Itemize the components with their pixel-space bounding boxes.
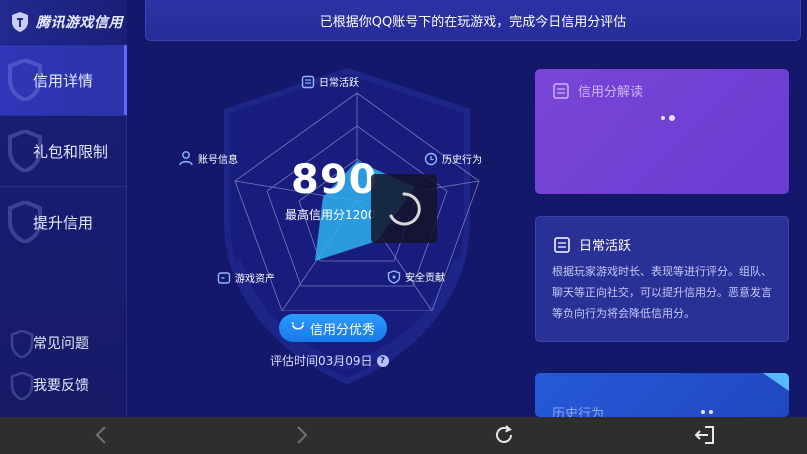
loading-spinner-icon bbox=[389, 191, 421, 225]
sidebar-item-label: 我要反馈 bbox=[33, 378, 89, 394]
credit-radar-panel: 日常活跃 历史行为 安全贡献 游戏资产 账号信息 890 最高信用分1200 信… bbox=[127, 41, 527, 417]
credit-score: 890 bbox=[291, 157, 378, 203]
sidebar-item-faq[interactable]: 常见问题 bbox=[0, 324, 127, 362]
card-daily-activity[interactable]: 日常活跃 根据玩家游戏时长、表现等进行评分。组队、聊天等正向社交，可以提升信用分… bbox=[535, 216, 789, 342]
card-title: 日常活跃 bbox=[579, 239, 632, 254]
exit-button[interactable] bbox=[693, 423, 717, 447]
sidebar-item-label: 提升信用 bbox=[33, 213, 94, 232]
document-icon bbox=[301, 75, 315, 88]
card-history-behavior[interactable]: 历史行为 bbox=[535, 373, 789, 417]
brand-name: 腾讯游戏信用 bbox=[36, 15, 123, 31]
help-icon[interactable]: ? bbox=[376, 354, 389, 367]
wallet-icon bbox=[217, 271, 231, 284]
card-score-interpretation[interactable]: 信用分解读 bbox=[535, 69, 789, 194]
shield-watermark-icon bbox=[10, 372, 34, 400]
sidebar-item-label: 信用详情 bbox=[33, 71, 94, 90]
sidebar: 腾讯游戏信用 信用详情 礼包和限制 提升信用 常见问题 我要反馈 bbox=[0, 0, 127, 417]
shield-logo-icon bbox=[12, 12, 28, 32]
sidebar-item-feedback[interactable]: 我要反馈 bbox=[0, 366, 127, 404]
card-description: 根据玩家游戏时长、表现等进行评分。组队、聊天等正向社交，可以提升信用分。恶意发言… bbox=[552, 265, 772, 320]
card-title: 信用分解读 bbox=[578, 85, 644, 100]
loading-overlay bbox=[371, 174, 437, 243]
document-icon bbox=[553, 82, 569, 99]
chevron-right-icon bbox=[297, 426, 308, 444]
user-icon bbox=[179, 151, 193, 166]
axis-label-assets: 游戏资产 bbox=[217, 270, 275, 285]
card-title: 历史行为 bbox=[552, 407, 605, 417]
refresh-icon bbox=[496, 425, 512, 443]
sidebar-item-improve-credit[interactable]: 提升信用 bbox=[0, 187, 127, 257]
corner-badge bbox=[763, 373, 789, 391]
chevron-left-icon bbox=[95, 426, 106, 444]
axis-label-security: 安全贡献 bbox=[387, 269, 445, 284]
exit-icon bbox=[694, 426, 714, 444]
card-header: 日常活跃 bbox=[553, 235, 631, 254]
forward-button[interactable] bbox=[290, 423, 314, 447]
sidebar-item-credit-details[interactable]: 信用详情 bbox=[0, 45, 127, 115]
document-icon bbox=[554, 236, 570, 253]
back-button[interactable] bbox=[89, 423, 113, 447]
shield-icon bbox=[387, 269, 401, 284]
sidebar-item-gifts-limits[interactable]: 礼包和限制 bbox=[0, 116, 127, 186]
sidebar-item-label: 礼包和限制 bbox=[33, 142, 109, 161]
brand-header: 腾讯游戏信用 bbox=[0, 0, 127, 44]
credit-rating-button[interactable]: 信用分优秀 bbox=[279, 314, 387, 342]
clock-icon bbox=[424, 152, 438, 165]
loading-dots bbox=[661, 115, 675, 121]
smile-icon bbox=[291, 321, 305, 330]
status-banner: 已根据你QQ账号下的在玩游戏，完成今日信用分评估 bbox=[145, 0, 801, 41]
axis-label-history: 历史行为 bbox=[424, 151, 482, 166]
axis-label-daily: 日常活跃 bbox=[301, 74, 359, 89]
sidebar-item-label: 常见问题 bbox=[33, 336, 89, 352]
banner-text: 已根据你QQ账号下的在玩游戏，完成今日信用分评估 bbox=[319, 14, 627, 30]
shield-watermark-icon bbox=[10, 330, 34, 358]
bottom-navigation-bar bbox=[0, 417, 807, 454]
loading-dots bbox=[701, 410, 713, 414]
card-header: 信用分解读 bbox=[552, 81, 643, 100]
refresh-button[interactable] bbox=[492, 423, 516, 447]
evaluation-time: 评估时间03月09日 ? bbox=[270, 352, 389, 369]
max-score-label: 最高信用分1200 bbox=[285, 208, 376, 222]
axis-label-account: 账号信息 bbox=[178, 150, 238, 166]
card-header: 历史行为 bbox=[552, 403, 604, 417]
